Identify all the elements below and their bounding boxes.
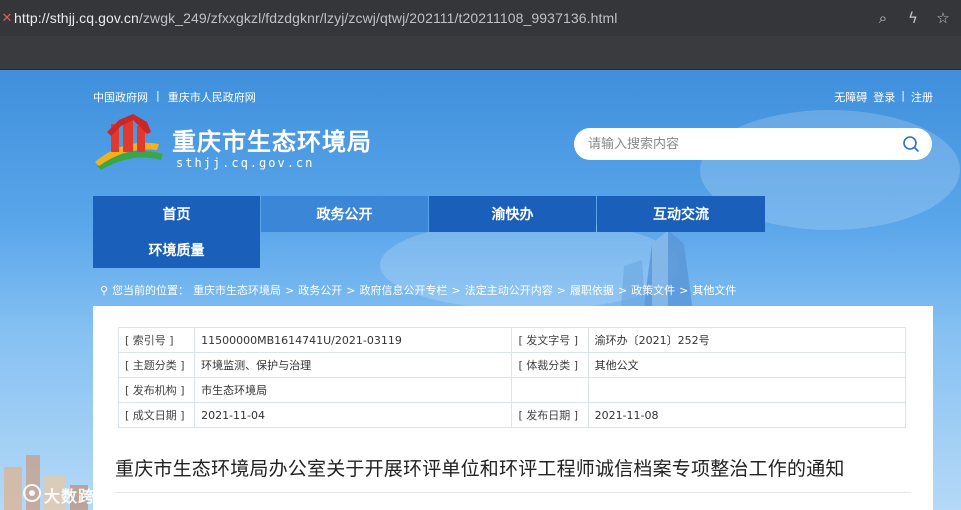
location-pin-icon: ⚲ bbox=[100, 283, 109, 297]
meta-label: [ 主题分类 ] bbox=[117, 352, 196, 378]
table-row: [ 成文日期 ] 2021-11-04 [ 发布日期 ] 2021-11-08 bbox=[117, 402, 907, 428]
breadcrumb-item[interactable]: 政府信息公开专栏 bbox=[360, 282, 448, 298]
link-gov-cn[interactable]: 中国政府网 bbox=[93, 89, 148, 105]
site-domain: sthjj.cq.gov.cn bbox=[176, 156, 315, 170]
table-row: [ 发布机构 ] 市生态环境局 bbox=[117, 377, 907, 403]
bookmark-bar bbox=[0, 36, 961, 70]
top-links-right: 无障碍 登录 | 注册 bbox=[834, 89, 933, 105]
breadcrumb: ⚲ 您当前的位置： 重庆市生态环境局 > 政务公开 > 政府信息公开专栏 > 法… bbox=[100, 282, 736, 298]
search-box[interactable] bbox=[574, 128, 932, 160]
breadcrumb-prefix: 您当前的位置： bbox=[112, 284, 190, 297]
breadcrumb-separator: > bbox=[451, 283, 461, 297]
site-logo[interactable] bbox=[93, 114, 165, 172]
accessibility-link[interactable]: 无障碍 bbox=[834, 89, 867, 105]
nav-government-affairs[interactable]: 政务公开 bbox=[261, 196, 428, 232]
meta-label: [ 体裁分类 ] bbox=[511, 352, 589, 378]
meta-label: [ 索引号 ] bbox=[117, 327, 196, 353]
document-title: 重庆市生态环境局办公室关于开展环评单位和环评工程师诚信档案专项整治工作的通知 bbox=[115, 458, 845, 480]
url-text[interactable]: http://sthjj.cq.gov.cn/zwgk_249/zfxxgkzl… bbox=[14, 10, 617, 26]
breadcrumb-item[interactable]: 其他文件 bbox=[692, 282, 736, 298]
document-meta-table: [ 索引号 ] 11500000MB1614741U/2021-03119 [ … bbox=[117, 327, 907, 428]
breadcrumb-item[interactable]: 政务公开 bbox=[298, 282, 342, 298]
link-separator: | bbox=[156, 89, 160, 102]
meta-value: 其他公文 bbox=[587, 352, 907, 378]
insecure-icon[interactable]: ✕ bbox=[0, 11, 14, 26]
meta-value bbox=[587, 377, 907, 403]
table-row: [ 索引号 ] 11500000MB1614741U/2021-03119 [ … bbox=[117, 327, 907, 353]
nav-interaction[interactable]: 互动交流 bbox=[597, 196, 765, 232]
address-bar[interactable]: ✕ http://sthjj.cq.gov.cn/zwgk_249/zfxxgk… bbox=[0, 0, 961, 36]
breadcrumb-item[interactable]: 履职依据 bbox=[570, 282, 614, 298]
meta-label bbox=[511, 377, 589, 403]
article-panel: [ 索引号 ] 11500000MB1614741U/2021-03119 [ … bbox=[93, 306, 933, 510]
watermark: 大数跨境 bbox=[0, 475, 130, 510]
breadcrumb-separator: > bbox=[556, 283, 566, 297]
register-link[interactable]: 注册 bbox=[911, 89, 933, 105]
meta-label: [ 成文日期 ] bbox=[117, 402, 196, 428]
site-title[interactable]: 重庆市生态环境局 bbox=[172, 122, 372, 157]
breadcrumb-item[interactable]: 重庆市生态环境局 bbox=[193, 282, 281, 298]
nav-yukuaiban[interactable]: 渝快办 bbox=[429, 196, 596, 232]
breadcrumb-separator: > bbox=[679, 283, 689, 297]
meta-value: 环境监测、保护与治理 bbox=[194, 352, 513, 378]
watermark-text: 大数跨境 bbox=[44, 487, 113, 506]
bookmark-star-icon[interactable]: ☆ bbox=[935, 9, 951, 27]
meta-label: [ 发文字号 ] bbox=[511, 327, 589, 353]
meta-label: [ 发布机构 ] bbox=[117, 377, 196, 403]
nav-environment-quality[interactable]: 环境质量 bbox=[93, 232, 260, 268]
page: 中国政府网 | 重庆市人民政府网 无障碍 登录 | 注册 重庆市生态环境局 st… bbox=[0, 70, 961, 510]
breadcrumb-item[interactable]: 法定主动公开内容 bbox=[465, 282, 553, 298]
meta-value: 2021-11-04 bbox=[194, 402, 513, 428]
divider bbox=[115, 492, 911, 493]
meta-label: [ 发布日期 ] bbox=[511, 402, 589, 428]
meta-value: 11500000MB1614741U/2021-03119 bbox=[194, 327, 513, 353]
meta-value: 渝环办〔2021〕252号 bbox=[587, 327, 907, 353]
meta-value: 2021-11-08 bbox=[587, 402, 907, 428]
link-separator: | bbox=[901, 89, 905, 102]
extension-icon[interactable]: ϟ bbox=[905, 9, 921, 27]
browser-tools: ⌕ ϟ ☆ bbox=[875, 9, 951, 27]
search-input[interactable] bbox=[588, 135, 888, 153]
breadcrumb-separator: > bbox=[285, 283, 295, 297]
top-links-left: 中国政府网 | 重庆市人民政府网 bbox=[93, 89, 256, 105]
breadcrumb-item[interactable]: 政策文件 bbox=[631, 282, 675, 298]
nav-home[interactable]: 首页 bbox=[93, 196, 260, 232]
breadcrumb-separator: > bbox=[346, 283, 356, 297]
zoom-icon[interactable]: ⌕ bbox=[875, 9, 891, 27]
watermark-logo-icon bbox=[23, 484, 41, 502]
link-cq-gov[interactable]: 重庆市人民政府网 bbox=[168, 89, 256, 105]
search-icon[interactable] bbox=[902, 135, 920, 153]
table-row: [ 主题分类 ] 环境监测、保护与治理 [ 体裁分类 ] 其他公文 bbox=[117, 352, 907, 378]
breadcrumb-separator: > bbox=[617, 283, 628, 297]
login-link[interactable]: 登录 bbox=[873, 89, 895, 105]
meta-value: 市生态环境局 bbox=[194, 377, 513, 403]
